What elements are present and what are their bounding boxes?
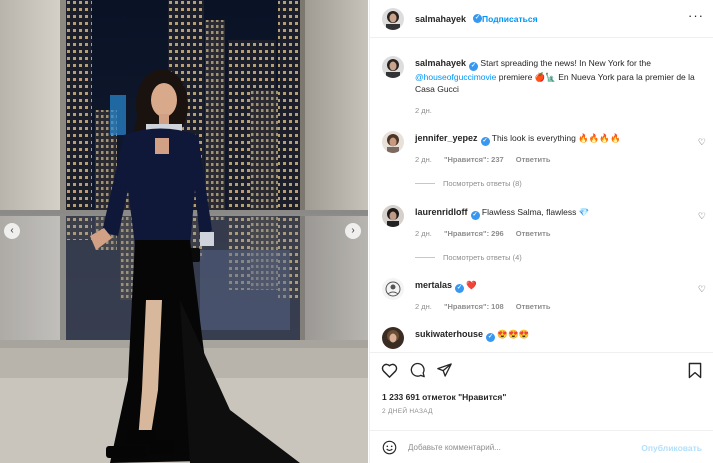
verified-badge-icon: ✓ (470, 211, 480, 220)
replies-divider (415, 257, 435, 258)
comment-text: laurenridloff ✓ Flawless Salma, flawless … (415, 206, 680, 220)
like-comment-icon[interactable]: ♡ (698, 211, 706, 222)
caption-avatar[interactable] (382, 56, 404, 78)
like-comment-icon[interactable]: ♡ (698, 137, 706, 148)
comment-body: ❤️ (466, 280, 477, 290)
emoji-icon[interactable] (382, 440, 397, 457)
replies-divider (415, 183, 435, 184)
post-header: salmahayek ✓ Подписаться ··· (370, 0, 713, 38)
comment-item: sukiwaterhouse ✓ 😍😍😍 (370, 323, 713, 351)
verified-badge-icon: ✓ (473, 14, 482, 23)
commenter-avatar[interactable] (382, 327, 404, 349)
caption-body: Start spreading the news! In New York fo… (480, 58, 651, 68)
verified-badge-icon: ✓ (480, 137, 490, 146)
post-side-panel: salmahayek ✓ Подписаться ··· salmahayek ✓… (369, 0, 713, 463)
reply-button[interactable]: Ответить (516, 229, 551, 238)
share-icon[interactable] (436, 362, 453, 380)
like-count[interactable]: 1 233 691 отметок "Нравится" (382, 392, 506, 402)
publish-button[interactable]: Опубликовать (641, 443, 702, 453)
view-replies-label: Посмотреть ответы (8) (443, 179, 522, 188)
author-username[interactable]: salmahayek (415, 14, 466, 24)
view-replies-button[interactable]: Посмотреть ответы (4) (415, 253, 522, 262)
comment-text: jennifer_yepez ✓ This look is everything … (415, 132, 680, 146)
comment-item: laurenridloff ✓ Flawless Salma, flawless … (370, 201, 713, 271)
comment-username[interactable]: mertalas (415, 280, 452, 290)
follow-button[interactable]: Подписаться (482, 14, 538, 24)
like-heart-icon[interactable] (381, 362, 398, 380)
verified-badge-icon: ✓ (455, 284, 465, 293)
author-avatar[interactable] (382, 8, 404, 30)
comment-item: jennifer_yepez ✓ This look is everything … (370, 127, 713, 197)
verified-badge-icon: ✓ (486, 333, 496, 342)
comment-text: sukiwaterhouse ✓ 😍😍😍 (415, 328, 680, 342)
save-bookmark-icon[interactable] (688, 362, 702, 381)
like-comment-icon[interactable]: ♡ (698, 284, 706, 295)
caption: salmahayek ✓ Start spreading the news! In… (370, 52, 713, 122)
comment-meta: 2 дн. "Нравится": 296 Ответить (415, 229, 560, 238)
post-date: 2 ДНЕЙ НАЗАД (382, 408, 433, 415)
caption-mention-link[interactable]: @houseofguccimovie (415, 72, 496, 82)
caption-username[interactable]: salmahayek (415, 58, 466, 68)
comment-meta: 2 дн. "Нравится": 108 Ответить (415, 302, 560, 311)
photo-image (0, 0, 368, 463)
commenter-avatar[interactable] (382, 278, 404, 300)
comment-icon[interactable] (409, 362, 426, 380)
comment-composer: Опубликовать (370, 430, 713, 463)
caption-text: salmahayek ✓ Start spreading the news! In… (415, 57, 700, 95)
comment-username[interactable]: laurenridloff (415, 207, 468, 217)
comment-likes[interactable]: "Нравится": 237 (444, 155, 504, 164)
more-options-icon[interactable]: ··· (688, 8, 704, 23)
comment-input[interactable] (408, 439, 628, 455)
comment-body: Flawless Salma, flawless 💎 (481, 207, 590, 217)
comment-item: mertalas ✓ ❤️ ♡ 2 дн. "Нравится": 108 Отв… (370, 274, 713, 318)
comment-time: 2 дн. (415, 302, 432, 311)
reply-button[interactable]: Ответить (516, 302, 551, 311)
view-replies-button[interactable]: Посмотреть ответы (8) (415, 179, 522, 188)
comment-username[interactable]: sukiwaterhouse (415, 329, 483, 339)
comment-username[interactable]: jennifer_yepez (415, 133, 478, 143)
commenter-avatar[interactable] (382, 205, 404, 227)
comment-body: 😍😍😍 (497, 329, 530, 339)
comment-body: This look is everything 🔥🔥🔥🔥 (491, 133, 621, 143)
post-photo: ‹ › (0, 0, 368, 463)
comment-time: 2 дн. (415, 155, 432, 164)
caption-time: 2 дн. (415, 106, 432, 115)
comment-likes[interactable]: "Нравится": 296 (444, 229, 504, 238)
comment-likes[interactable]: "Нравится": 108 (444, 302, 504, 311)
comment-time: 2 дн. (415, 229, 432, 238)
comment-meta: 2 дн. "Нравится": 237 Ответить (415, 155, 560, 164)
verified-badge-icon: ✓ (469, 62, 479, 71)
comment-text: mertalas ✓ ❤️ (415, 279, 680, 293)
next-photo-button[interactable]: › (345, 223, 361, 239)
view-replies-label: Посмотреть ответы (4) (443, 253, 522, 262)
action-bar (370, 352, 713, 387)
previous-photo-button[interactable]: ‹ (4, 223, 20, 239)
commenter-avatar[interactable] (382, 131, 404, 153)
reply-button[interactable]: Ответить (516, 155, 551, 164)
